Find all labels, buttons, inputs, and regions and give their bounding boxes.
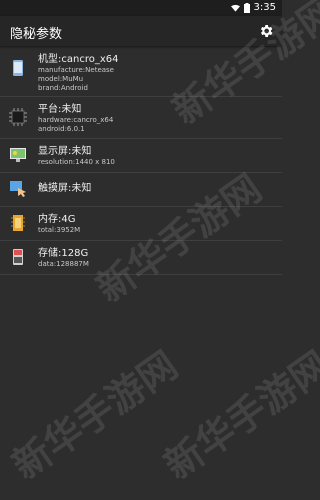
list-item-display[interactable]: 显示屏:未知 resolution:1440 x 810 [0,139,282,173]
item-main: 平台:未知 [38,104,82,115]
monitor-icon [10,148,26,162]
item-sub: model:MuMu [38,75,84,83]
app-bar: 隐秘参数 [0,16,282,46]
memory-icon [11,215,25,231]
item-sub: hardware:cancro_x64 [38,116,114,124]
item-main: 触摸屏:未知 [38,183,92,194]
watermark: 新华手游网 [4,342,186,488]
phone-icon [13,60,23,76]
item-sub: manufacture:Netease [38,66,114,74]
list-item-platform[interactable]: 平台:未知 hardware:cancro_x64 android:6.0.1 [0,97,282,139]
watermark: 新华手游网 [156,342,320,488]
storage-icon [13,249,23,265]
item-main: 机型:cancro_x64 [38,54,119,65]
list-item-memory[interactable]: 内存:4G total:3952M [0,207,282,241]
clock: 3:35 [253,2,276,13]
page-title: 隐秘参数 [10,27,63,42]
wifi-icon [230,4,240,12]
param-list: 机型:cancro_x64 manufacture:Netease model:… [0,47,282,275]
list-item-model[interactable]: 机型:cancro_x64 manufacture:Netease model:… [0,47,282,97]
status-bar: 3:35 [0,0,282,16]
item-sub: resolution:1440 x 810 [38,158,115,166]
list-item-storage[interactable]: 存储:128G data:128887M [0,241,282,275]
chip-icon [9,108,27,126]
gear-icon[interactable] [258,23,274,39]
item-sub: data:128887M [38,260,89,268]
item-main: 内存:4G [38,214,76,225]
touch-icon [10,181,26,197]
list-item-touch[interactable]: 触摸屏:未知 [0,173,282,207]
item-sub: total:3952M [38,226,81,234]
item-sub: brand:Android [38,84,88,92]
item-main: 显示屏:未知 [38,146,92,157]
item-main: 存储:128G [38,248,89,259]
item-sub: android:6.0.1 [38,125,85,133]
battery-icon [243,2,250,13]
